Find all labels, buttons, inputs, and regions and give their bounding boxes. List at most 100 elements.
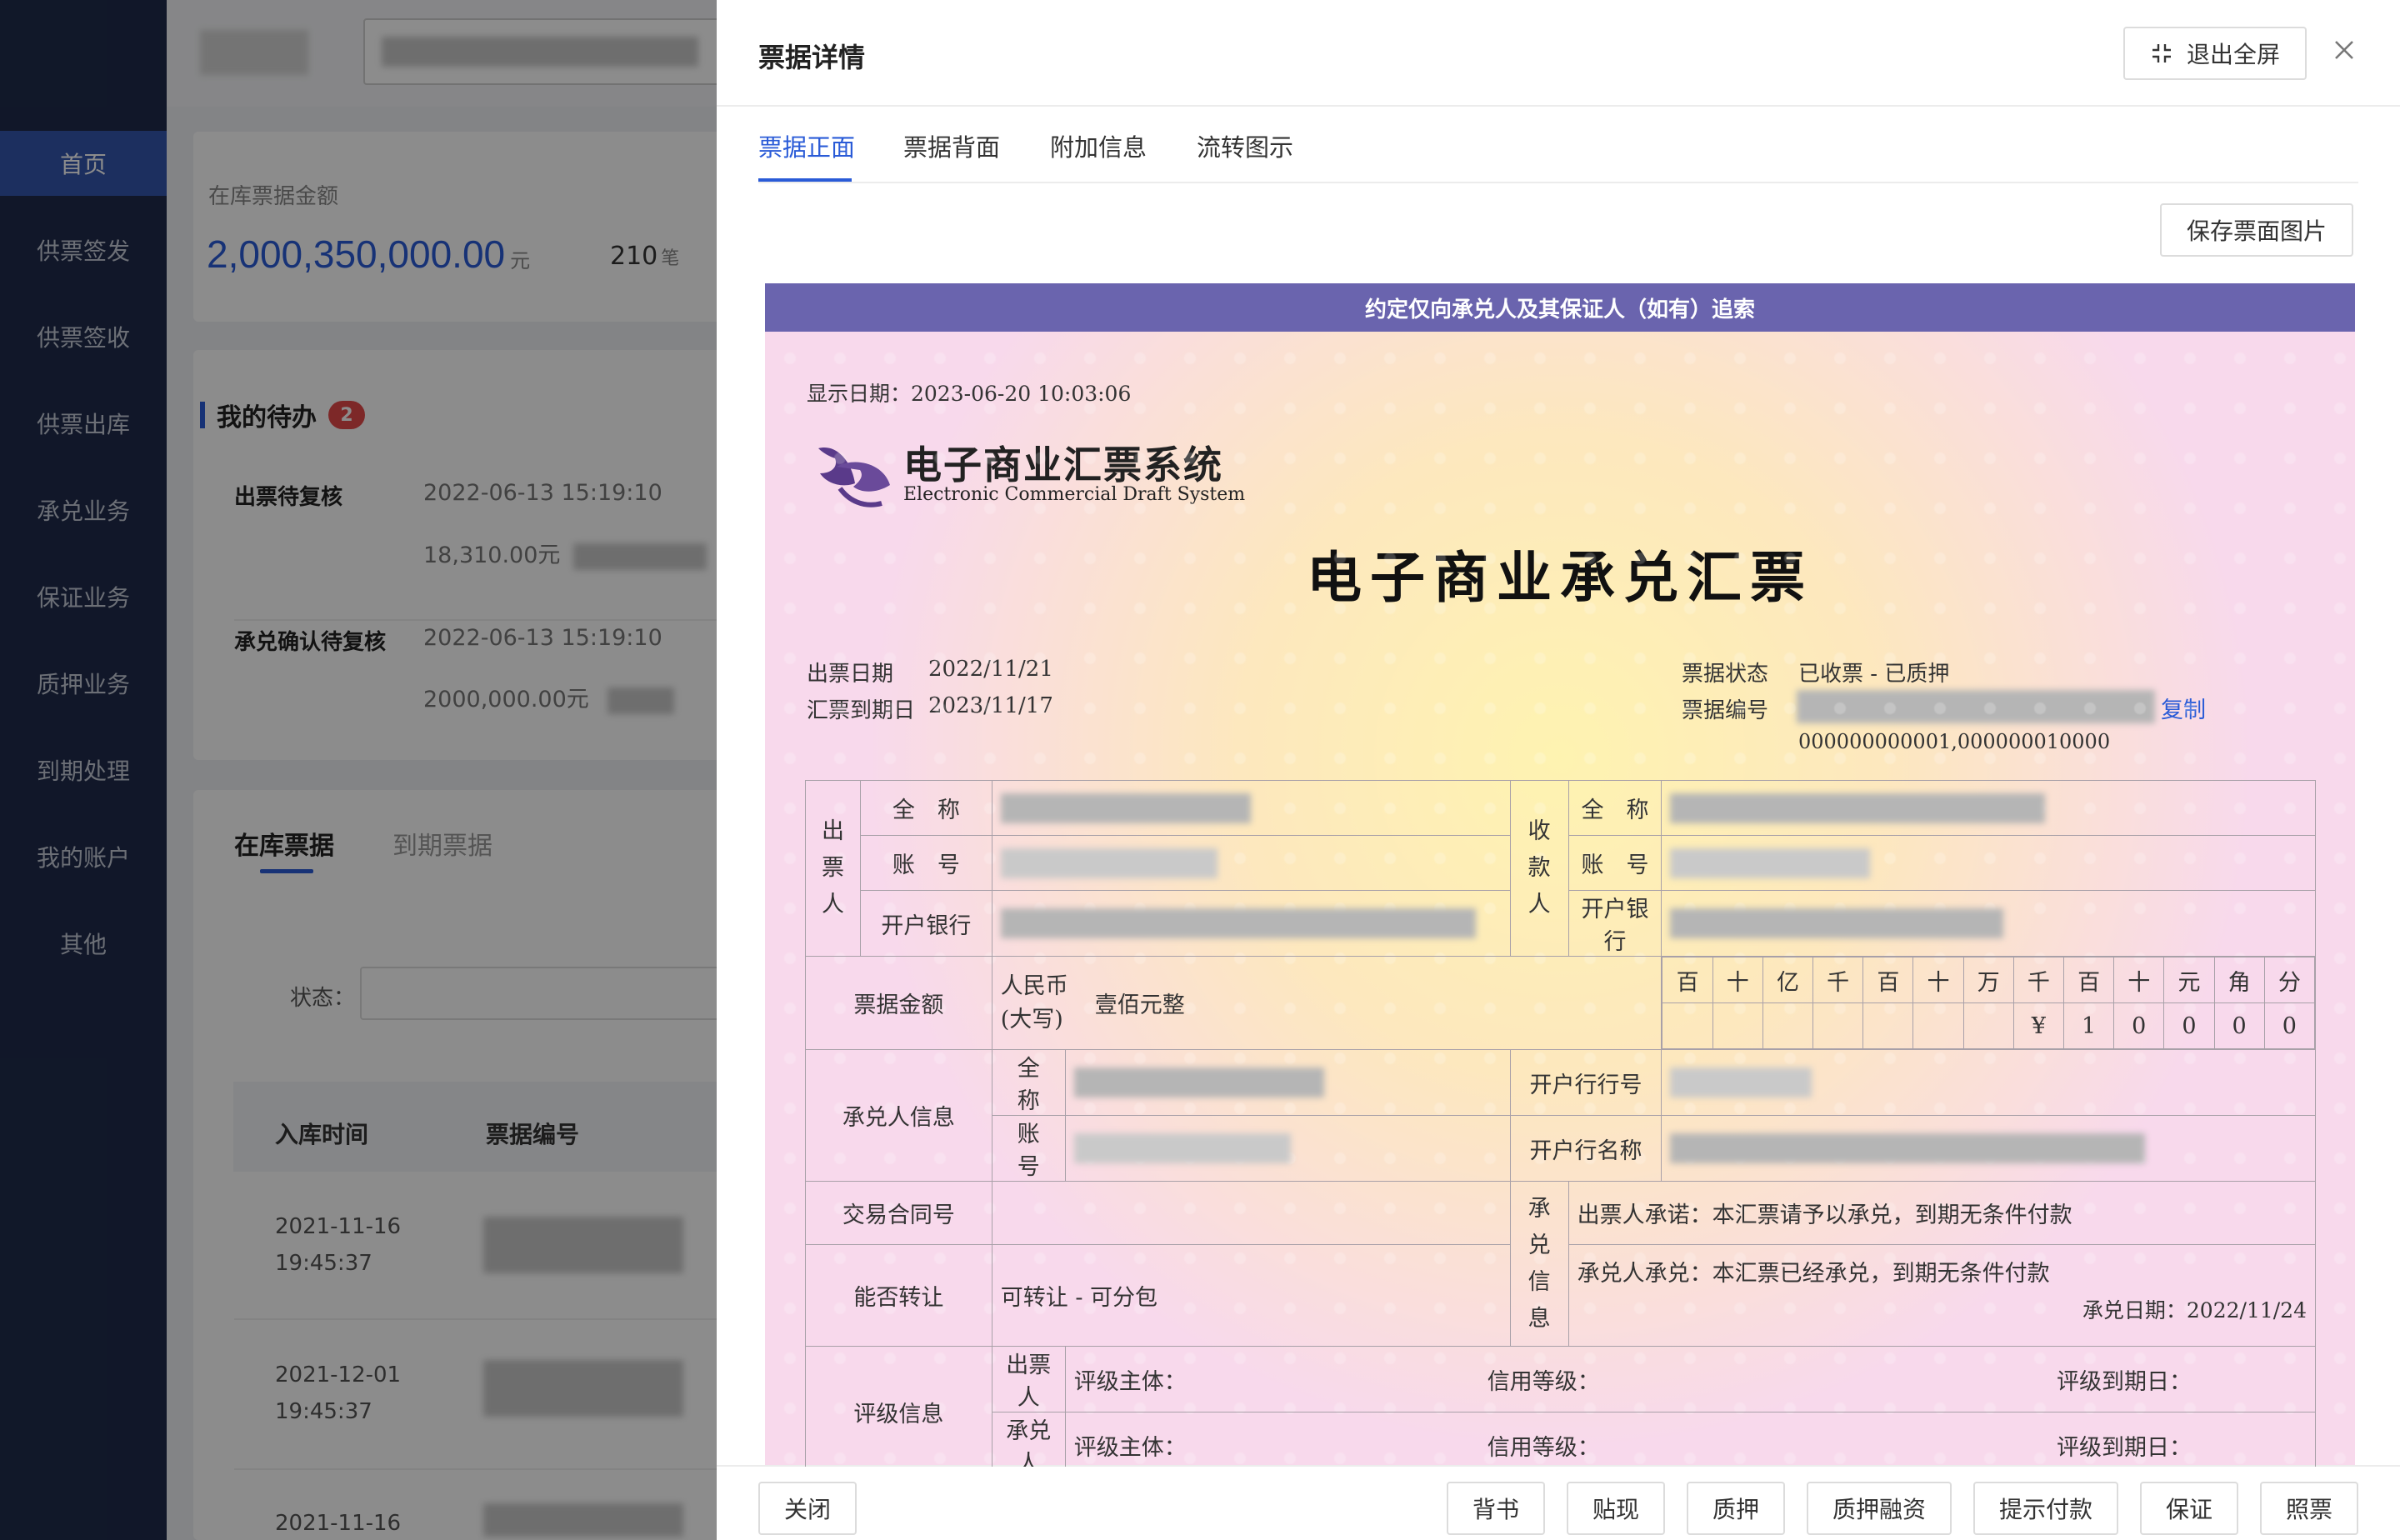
- prompt-payment-button[interactable]: 提示付款: [1973, 1482, 2118, 1535]
- acceptor-account-label: 账 号: [991, 1115, 1066, 1182]
- header-divider: [717, 105, 2400, 107]
- bank-number-label: 开户行行号: [1509, 1049, 1662, 1116]
- sub-ticket-range: 000000000001,000000010000: [1798, 730, 2111, 753]
- blurred-bill-number: [1797, 690, 2155, 723]
- payee-bank: [1661, 890, 2316, 957]
- rating-due-label: 评级到期日：: [2057, 1368, 2192, 1395]
- amount-digits-cell: 百十亿千百十万千百十元角分 ¥1 0 0 0 0: [1661, 956, 2316, 1050]
- bill-status: 已收票 - 已质押: [1798, 662, 1950, 687]
- blurred-text: [1000, 848, 1218, 878]
- digit-value: [1812, 1002, 1864, 1049]
- digit-place-label: 百: [1862, 957, 1914, 1003]
- due-date: 2023/11/17: [928, 693, 1053, 718]
- acceptor-info-label: 承兑人信息: [805, 1049, 992, 1182]
- digit-place-label: 十: [1912, 957, 1964, 1003]
- payee-account-label: 账 号: [1568, 835, 1662, 891]
- rating-subject-label: 评级主体：: [1073, 1434, 1187, 1461]
- digit-place-label: 万: [1962, 957, 2014, 1003]
- drawer-fullname-label: 全 称: [859, 780, 992, 836]
- accept-label-char: 信: [1528, 1268, 1551, 1295]
- modal-overlay[interactable]: [0, 0, 717, 1540]
- amount-capital: 壹佰元整: [1094, 992, 1185, 1018]
- copy-link[interactable]: 复制: [2161, 692, 2206, 724]
- close-icon[interactable]: [2329, 35, 2359, 65]
- amount-label: 票据金额: [805, 956, 992, 1050]
- bank-number: [1661, 1049, 2316, 1116]
- tab-back[interactable]: 票据背面: [903, 128, 1000, 163]
- blurred-text: [1670, 848, 1871, 878]
- status-label: 票据状态: [1682, 662, 1769, 687]
- drawer-account-label: 账 号: [859, 835, 992, 891]
- contract-number: [991, 1181, 1511, 1245]
- amount-capital-cell: 人民币 (大写) 壹佰元整: [991, 956, 1662, 1050]
- credit-level-label: 信用等级：: [1487, 1368, 1600, 1395]
- accept-label-char: 息: [1528, 1305, 1551, 1332]
- digit-place-label: 元: [2163, 957, 2215, 1003]
- contract-label: 交易合同号: [805, 1181, 992, 1245]
- pledge-button[interactable]: 质押: [1687, 1482, 1785, 1535]
- recourse-banner: 约定仅向承兑人及其保证人（如有）追索: [765, 283, 2355, 332]
- drawer-fullname: [991, 780, 1511, 836]
- transferable-label: 能否转让: [805, 1244, 992, 1347]
- payee-label-char: 收: [1528, 818, 1551, 844]
- digit-value: 0: [2213, 1002, 2265, 1049]
- digit-value: ¥: [2012, 1002, 2064, 1049]
- digit-value: 0: [2163, 1002, 2215, 1049]
- bill-front-image: 约定仅向承兑人及其保证人（如有）追索 显示日期：2023-06-20 10:03…: [765, 283, 2355, 1467]
- acceptor-account: [1064, 1115, 1511, 1182]
- drawer-label-char: 人: [821, 892, 844, 918]
- blurred-text: [1000, 792, 1251, 823]
- digit-place-label: 千: [1812, 957, 1864, 1003]
- digit-place-label: 亿: [1762, 957, 1814, 1003]
- bill-title: 电子商业承兑汇票: [1307, 545, 1813, 610]
- drawer-label-char: 出: [821, 818, 844, 844]
- blurred-text: [1670, 908, 2004, 938]
- issue-date: 2022/11/21: [928, 657, 1053, 682]
- bill-info-table: 出 票 人 全 称 收 款 人 全 称 账 号 账 号 开户银行 开户银行 票据…: [805, 780, 2317, 1467]
- blurred-text: [1073, 1133, 1291, 1163]
- endorse-button[interactable]: 背书: [1447, 1482, 1545, 1535]
- digit-value: [1762, 1002, 1814, 1049]
- acceptor-promise-cell: 承兑人承兑：本汇票已经承兑，到期无条件付款 承兑日期：2022/11/24: [1568, 1244, 2317, 1347]
- drawer-bank: [991, 890, 1511, 957]
- digit-value: [1912, 1002, 1964, 1049]
- digit-place-label: 分: [2263, 957, 2316, 1003]
- blurred-text: [1000, 908, 1476, 938]
- payee-label-char: 款: [1528, 855, 1551, 881]
- accept-date: 承兑日期：2022/11/24: [2082, 1298, 2307, 1322]
- drawer-label-char: 票: [821, 855, 844, 881]
- acceptor-fullname-label: 全 称: [991, 1049, 1066, 1116]
- digit-value: [1962, 1002, 2014, 1049]
- tab-flow[interactable]: 流转图示: [1197, 128, 1293, 163]
- bill-detail-drawer: 票据详情 退出全屏 票据正面 票据背面 附加信息 流转图示 保存票面图片 约定仅…: [717, 0, 2400, 1540]
- digit-head-row: 百十亿千百十万千百十元角分: [1662, 957, 2316, 1003]
- discount-button[interactable]: 贴现: [1567, 1482, 1665, 1535]
- save-image-button[interactable]: 保存票面图片: [2160, 203, 2353, 257]
- acceptance-info-label: 承 兑 信 息: [1509, 1181, 1569, 1347]
- digit-value: 0: [2263, 1002, 2316, 1049]
- drawer-title: 票据详情: [758, 42, 866, 73]
- close-button[interactable]: 关闭: [758, 1482, 857, 1535]
- bill-number-label: 票据编号: [1682, 698, 1769, 723]
- view-bill-button[interactable]: 照票: [2260, 1482, 2358, 1535]
- rating-info-label: 评级信息: [805, 1346, 992, 1467]
- tab-front[interactable]: 票据正面: [758, 128, 855, 163]
- digit-place-label: 角: [2213, 957, 2265, 1003]
- digit-value: 0: [2113, 1002, 2165, 1049]
- drawer-account: [991, 835, 1511, 891]
- exit-fullscreen-button[interactable]: 退出全屏: [2123, 27, 2307, 80]
- tabs-divider: [758, 182, 2358, 183]
- guarantee-button[interactable]: 保证: [2140, 1482, 2238, 1535]
- acceptor-fullname: [1064, 1049, 1511, 1116]
- accept-label-char: 承: [1528, 1195, 1551, 1222]
- rmb-label: 人民币: [1000, 972, 1068, 999]
- payee-bank-label: 开户银行: [1568, 890, 1662, 957]
- drawer-section-label: 出 票 人: [805, 780, 861, 957]
- tab-additional[interactable]: 附加信息: [1050, 128, 1147, 163]
- rating-acceptor-label: 承兑人: [991, 1412, 1066, 1467]
- pledge-financing-button[interactable]: 质押融资: [1807, 1482, 1952, 1535]
- digit-value: [1712, 1002, 1763, 1049]
- blurred-text: [1670, 1133, 2146, 1163]
- rating-acceptor-row: 评级主体： 信用等级： 评级到期日：: [1064, 1412, 2317, 1467]
- butterfly-logo-icon: [818, 448, 890, 508]
